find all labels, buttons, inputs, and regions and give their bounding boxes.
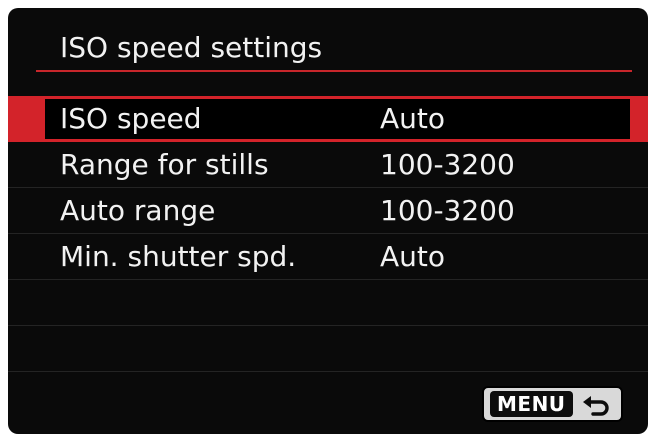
- menu-item-iso-speed[interactable]: ISO speed Auto: [8, 96, 648, 142]
- return-arrow-icon: [582, 396, 609, 416]
- menu-item-value: Auto: [380, 102, 446, 135]
- menu-back-button[interactable]: MENU: [482, 386, 623, 422]
- menu-item-min-shutter-spd[interactable]: Min. shutter spd. Auto: [8, 234, 648, 280]
- menu-item-auto-range[interactable]: Auto range 100-3200: [8, 188, 648, 234]
- camera-screen: ISO speed settings ISO speed Auto Range …: [8, 8, 648, 434]
- menu-item-label: Range for stills: [60, 148, 269, 181]
- menu-item-label: Min. shutter spd.: [60, 240, 297, 273]
- title-divider: [36, 70, 632, 72]
- menu-item-value: Auto: [380, 240, 446, 273]
- settings-list: ISO speed Auto Range for stills 100-3200…: [8, 96, 648, 372]
- menu-item-label: Auto range: [60, 194, 216, 227]
- menu-item-empty: [8, 326, 648, 372]
- menu-item-empty: [8, 280, 648, 326]
- menu-item-value: 100-3200: [380, 148, 515, 181]
- menu-item-value: 100-3200: [380, 194, 515, 227]
- page-title: ISO speed settings: [60, 31, 323, 64]
- menu-item-range-for-stills[interactable]: Range for stills 100-3200: [8, 142, 648, 188]
- menu-button-label: MENU: [490, 391, 573, 417]
- menu-item-label: ISO speed: [60, 102, 202, 135]
